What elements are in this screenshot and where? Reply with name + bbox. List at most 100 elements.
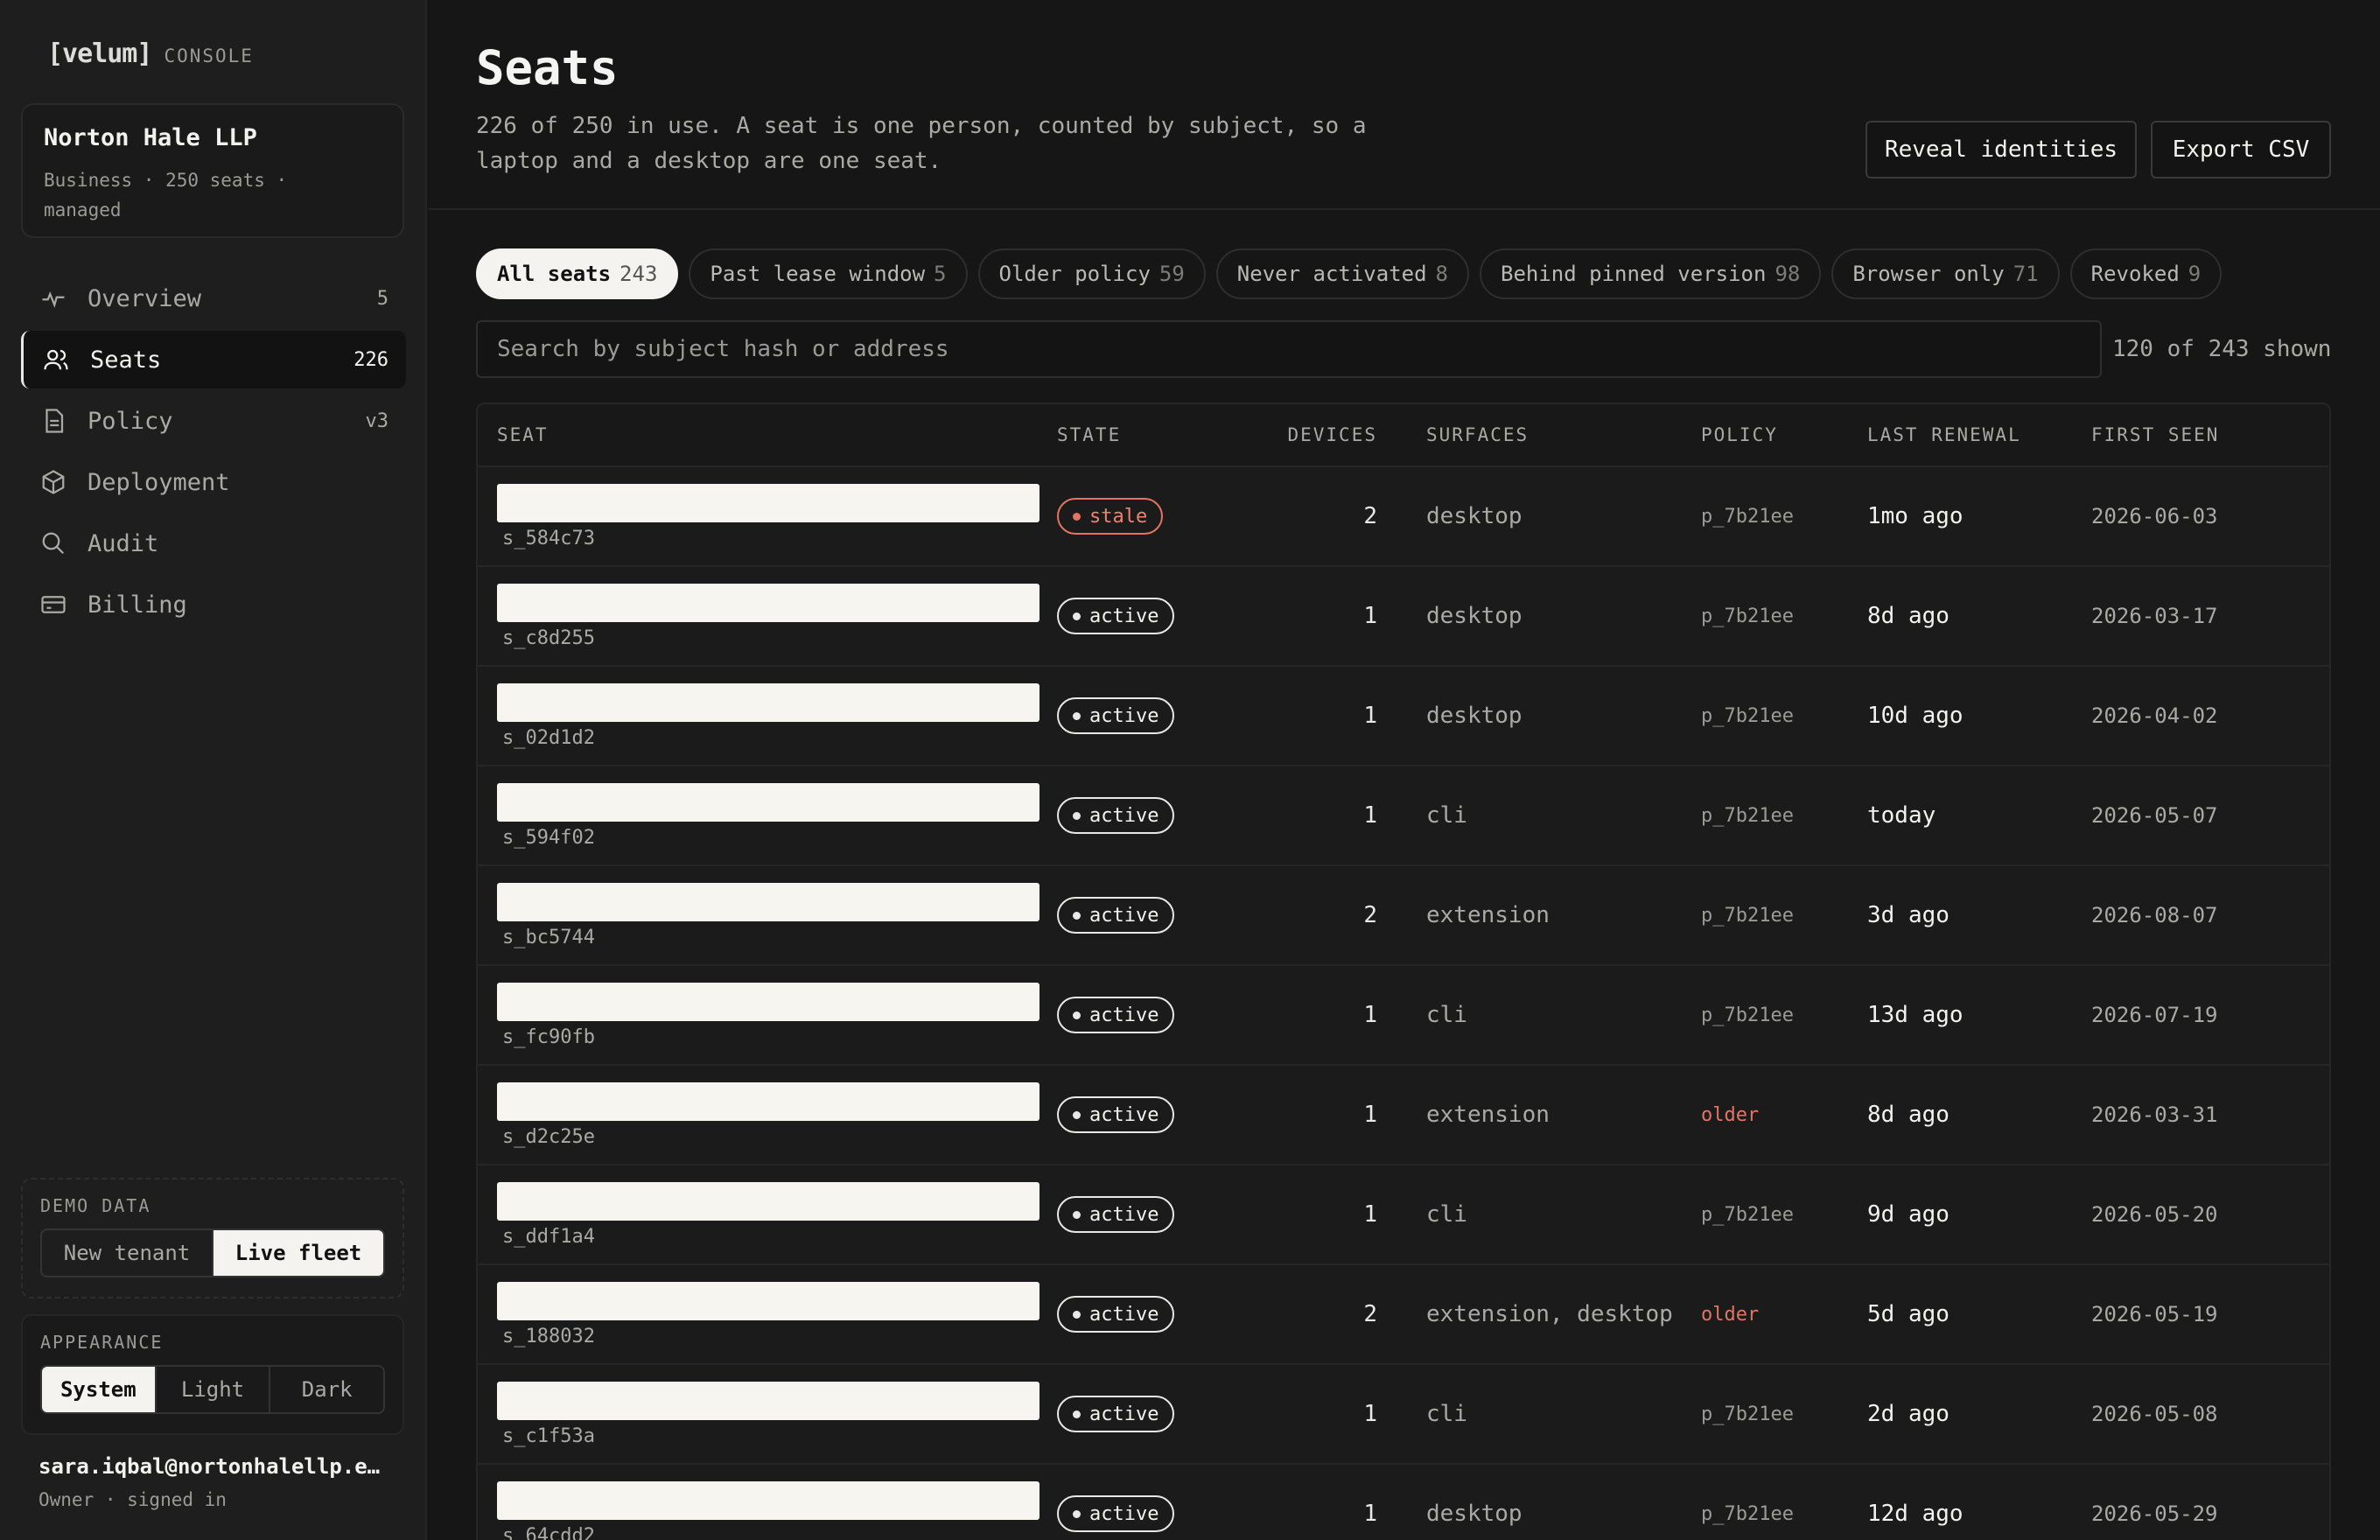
devices-cell: 1 bbox=[1363, 1002, 1377, 1028]
column-header-surfaces[interactable]: SURFACES bbox=[1377, 424, 1701, 445]
search-icon bbox=[38, 528, 68, 558]
status-dot-icon bbox=[1073, 911, 1081, 920]
seat-cell: s_d2c25e bbox=[478, 1082, 1057, 1148]
table-row[interactable]: s_188032 active 2 extension, desktop older 5d… bbox=[478, 1265, 2329, 1365]
sidebar-item-policy[interactable]: Policy v3 bbox=[21, 392, 406, 450]
status-label: active bbox=[1089, 1203, 1159, 1226]
filter-behind-pinned-version[interactable]: Behind pinned version 98 bbox=[1480, 248, 1822, 299]
table-row[interactable]: s_ddf1a4 active 1 cli p_7b21ee 9d ago 2026-05-… bbox=[478, 1166, 2329, 1265]
new-tenant-option[interactable]: New tenant bbox=[42, 1230, 214, 1276]
status-badge: active bbox=[1057, 1396, 1175, 1432]
surfaces-cell: desktop bbox=[1426, 1501, 1522, 1527]
column-header-last-renewal[interactable]: LAST RENEWAL bbox=[1867, 424, 2091, 445]
system-theme-option[interactable]: System bbox=[42, 1367, 157, 1412]
table-row[interactable]: s_bc5744 active 2 extension p_7b21ee 3d ago 20… bbox=[478, 866, 2329, 966]
column-header-first-seen[interactable]: FIRST SEEN bbox=[2091, 424, 2328, 445]
last-renewal-cell: today bbox=[1867, 802, 1936, 829]
table-row[interactable]: s_02d1d2 active 1 desktop p_7b21ee 10d ago 202… bbox=[478, 667, 2329, 766]
column-header-state[interactable]: STATE bbox=[1057, 424, 1251, 445]
seat-cell: s_fc90fb bbox=[478, 982, 1057, 1048]
table-header: SEAT STATE DEVICES SURFACES POLICY LAST … bbox=[478, 404, 2329, 467]
surfaces-cell: extension, desktop bbox=[1426, 1301, 1673, 1327]
seat-id: s_02d1d2 bbox=[502, 726, 595, 749]
seat-id: s_c8d255 bbox=[502, 626, 595, 649]
sidebar-item-label: Seats bbox=[90, 346, 162, 374]
devices-cell: 1 bbox=[1363, 1401, 1377, 1427]
sidebar-item-label: Audit bbox=[88, 529, 159, 557]
table-row[interactable]: s_d2c25e active 1 extension older 8d ago 2026-… bbox=[478, 1066, 2329, 1166]
state-cell: active bbox=[1057, 1495, 1251, 1532]
filter-past-lease-window[interactable]: Past lease window 5 bbox=[689, 248, 968, 299]
sidebar-item-audit[interactable]: Audit bbox=[21, 514, 406, 572]
status-label: active bbox=[1089, 1403, 1159, 1425]
first-seen-cell: 2026-07-19 bbox=[2091, 1003, 2218, 1027]
search-input[interactable]: Search by subject hash or address bbox=[476, 320, 2102, 378]
sidebar: [velum] CONSOLE Norton Hale LLP Business… bbox=[0, 0, 427, 1540]
status-badge: active bbox=[1057, 797, 1175, 834]
seat-id: s_c1f53a bbox=[502, 1424, 595, 1447]
first-seen-cell: 2026-04-02 bbox=[2091, 704, 2218, 728]
policy-cell: p_7b21ee bbox=[1701, 605, 1794, 627]
state-cell: active bbox=[1057, 897, 1251, 934]
first-seen-cell: 2026-08-07 bbox=[2091, 903, 2218, 928]
status-badge: active bbox=[1057, 997, 1175, 1033]
table-row[interactable]: s_584c73 stale 2 desktop p_7b21ee 1mo ago 2026… bbox=[478, 467, 2329, 567]
policy-cell: p_7b21ee bbox=[1701, 704, 1794, 727]
page-subtitle: 226 of 250 in use. A seat is one person,… bbox=[476, 113, 1367, 174]
sidebar-item-seats[interactable]: Seats 226 bbox=[21, 331, 406, 388]
demo-data-toggle: New tenant Live fleet bbox=[40, 1228, 385, 1278]
surfaces-cell: cli bbox=[1426, 1401, 1467, 1427]
sidebar-item-label: Deployment bbox=[88, 468, 230, 496]
sidebar-item-billing[interactable]: Billing bbox=[21, 576, 406, 634]
column-header-policy[interactable]: POLICY bbox=[1701, 424, 1867, 445]
table-row[interactable]: s_c1f53a active 1 cli p_7b21ee 2d ago 2026-05-… bbox=[478, 1365, 2329, 1465]
table-row[interactable]: s_c8d255 active 1 desktop p_7b21ee 8d ago 2026… bbox=[478, 567, 2329, 667]
status-label: active bbox=[1089, 1502, 1159, 1525]
first-seen-cell: 2026-03-31 bbox=[2091, 1102, 2218, 1127]
filter-all-seats[interactable]: All seats 243 bbox=[476, 248, 679, 299]
surfaces-cell: cli bbox=[1426, 802, 1467, 829]
chip-count: 5 bbox=[934, 262, 947, 286]
redacted-identity bbox=[497, 1381, 1040, 1420]
filter-never-activated[interactable]: Never activated 8 bbox=[1215, 248, 1469, 299]
table-row[interactable]: s_594f02 active 1 cli p_7b21ee today 2026-05-0… bbox=[478, 766, 2329, 866]
status-dot-icon bbox=[1073, 811, 1081, 820]
sidebar-item-overview[interactable]: Overview 5 bbox=[21, 270, 406, 327]
filter-revoked[interactable]: Revoked 9 bbox=[2069, 248, 2222, 299]
chip-label: Behind pinned version bbox=[1501, 262, 1767, 286]
org-card[interactable]: Norton Hale LLP Business · 250 seats · m… bbox=[21, 103, 404, 238]
table-row[interactable]: s_64cdd2 active 1 desktop p_7b21ee 12d ago 202… bbox=[478, 1465, 2329, 1540]
chip-count: 243 bbox=[620, 262, 658, 286]
logo[interactable]: [velum] CONSOLE bbox=[47, 38, 254, 69]
status-dot-icon bbox=[1073, 1410, 1081, 1418]
filter-browser-only[interactable]: Browser only 71 bbox=[1831, 248, 2060, 299]
light-theme-option[interactable]: Light bbox=[157, 1367, 271, 1412]
export-csv-button[interactable]: Export CSV bbox=[2151, 121, 2331, 178]
filter-older-policy[interactable]: Older policy 59 bbox=[977, 248, 1206, 299]
seat-id: s_594f02 bbox=[502, 826, 595, 849]
document-icon bbox=[38, 406, 68, 436]
sidebar-item-label: Overview bbox=[88, 284, 202, 312]
first-seen-cell: 2026-05-19 bbox=[2091, 1302, 2218, 1326]
surfaces-cell: cli bbox=[1426, 1002, 1467, 1028]
dark-theme-option[interactable]: Dark bbox=[270, 1367, 383, 1412]
column-header-devices[interactable]: DEVICES bbox=[1251, 424, 1377, 445]
policy-cell: p_7b21ee bbox=[1701, 904, 1794, 927]
status-label: active bbox=[1089, 1303, 1159, 1326]
chip-count: 71 bbox=[2012, 262, 2039, 286]
status-label: active bbox=[1089, 704, 1159, 727]
table-row[interactable]: s_fc90fb active 1 cli p_7b21ee 13d ago 2026-07… bbox=[478, 966, 2329, 1066]
reveal-identities-button[interactable]: Reveal identities bbox=[1866, 121, 2137, 178]
org-meta: Business · 250 seats · managed bbox=[44, 170, 288, 220]
surfaces-cell: extension bbox=[1426, 902, 1550, 928]
status-label: stale bbox=[1089, 505, 1148, 528]
column-header-seat[interactable]: SEAT bbox=[478, 424, 1057, 445]
first-seen-cell: 2026-03-17 bbox=[2091, 604, 2218, 628]
sidebar-item-deployment[interactable]: Deployment bbox=[21, 453, 406, 511]
main-content: Seats 226 of 250 in use. A seat is one p… bbox=[429, 0, 2380, 1540]
status-dot-icon bbox=[1073, 612, 1081, 620]
surfaces-cell: cli bbox=[1426, 1201, 1467, 1228]
policy-cell: p_7b21ee bbox=[1701, 804, 1794, 827]
live-fleet-option[interactable]: Live fleet bbox=[214, 1230, 383, 1276]
user-account[interactable]: sara.iqbal@nortonhalellp.e… Owner · sign… bbox=[38, 1454, 388, 1510]
